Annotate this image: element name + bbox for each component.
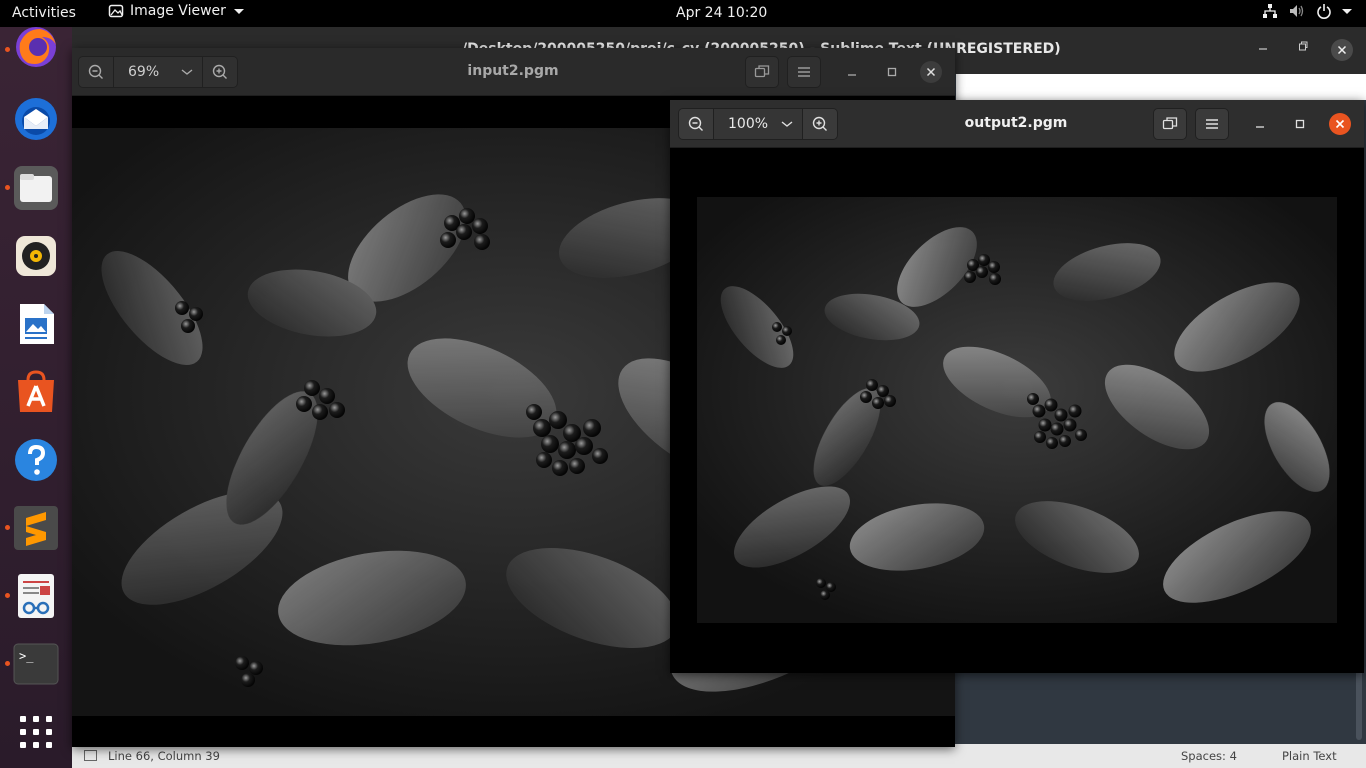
caret-down-icon	[233, 8, 244, 14]
system-tray[interactable]	[1262, 3, 1352, 19]
caret-down-icon	[1342, 9, 1352, 14]
fullscreen-button[interactable]	[1153, 108, 1187, 140]
minimize-button[interactable]	[842, 62, 862, 82]
network-icon	[1263, 4, 1277, 18]
clock[interactable]: Apr 24 10:20	[676, 5, 767, 21]
zoom-out-button[interactable]	[679, 109, 713, 139]
cursor-position: Line 66, Column 39	[108, 749, 220, 763]
image-viewer-output-window: 100% output2.pgm	[670, 100, 1364, 673]
panel-toggle-icon[interactable]	[84, 750, 97, 761]
close-button[interactable]	[1329, 113, 1351, 135]
maximize-icon	[887, 67, 897, 77]
syntax-setting[interactable]: Plain Text	[1282, 749, 1337, 763]
sublime-close-button[interactable]	[1331, 39, 1353, 61]
sublime-text-icon[interactable]	[12, 504, 60, 552]
terminal-prompt: >_	[19, 649, 34, 663]
image-canvas[interactable]	[697, 197, 1337, 623]
zoom-level-value: 69%	[128, 64, 160, 80]
show-applications-icon[interactable]	[12, 708, 60, 756]
running-indicator	[5, 593, 10, 598]
minimize-icon	[1256, 126, 1264, 128]
zoom-out-icon	[688, 116, 703, 131]
zoom-in-icon	[212, 64, 227, 79]
activities-button[interactable]: Activities	[12, 5, 76, 21]
zoom-control: 100%	[678, 108, 838, 140]
running-indicator	[5, 185, 10, 190]
zoom-level-dropdown[interactable]: 100%	[713, 109, 803, 139]
fullscreen-icon	[1162, 117, 1178, 130]
fullscreen-button[interactable]	[745, 56, 779, 88]
chevron-down-icon	[781, 121, 793, 127]
terminal-icon[interactable]: >_	[12, 640, 60, 688]
window-title: output2.pgm	[964, 115, 1068, 131]
chevron-down-icon	[181, 69, 193, 75]
zoom-in-button[interactable]	[203, 57, 237, 87]
libreoffice-writer-icon[interactable]	[12, 300, 60, 348]
headerbar[interactable]: 100% output2.pgm	[670, 100, 1364, 148]
files-icon[interactable]	[12, 164, 60, 212]
minimize-icon	[1259, 48, 1267, 50]
menu-button[interactable]	[787, 56, 821, 88]
top-bar: Activities Image Viewer Apr 24 10:20	[0, 0, 1366, 27]
dock: >_	[0, 27, 72, 768]
running-indicator	[5, 47, 10, 52]
hamburger-menu-icon	[798, 67, 810, 77]
menu-button[interactable]	[1195, 108, 1229, 140]
close-icon	[1335, 119, 1345, 129]
sublime-maximize-button[interactable]	[1298, 40, 1308, 55]
fullscreen-icon	[754, 65, 770, 78]
app-menu[interactable]: Image Viewer	[108, 3, 244, 19]
document-viewer-icon[interactable]	[12, 572, 60, 620]
zoom-in-button[interactable]	[803, 109, 837, 139]
running-indicator	[5, 661, 10, 666]
maximize-button[interactable]	[1290, 114, 1310, 134]
ubuntu-software-icon[interactable]	[12, 368, 60, 416]
sublime-minimize-button[interactable]	[1258, 40, 1268, 55]
help-icon[interactable]	[12, 436, 60, 484]
close-button[interactable]	[920, 61, 942, 83]
sublime-status-bar: Line 66, Column 39 Spaces: 4 Plain Text	[72, 744, 1366, 768]
thunderbird-icon[interactable]	[12, 95, 60, 143]
close-icon	[1337, 45, 1347, 55]
volume-icon	[1290, 5, 1304, 17]
zoom-out-button[interactable]	[79, 57, 113, 87]
close-icon	[926, 67, 936, 77]
maximize-icon	[1295, 119, 1305, 129]
restore-icon	[1299, 41, 1308, 51]
zoom-level-value: 100%	[728, 116, 769, 132]
zoom-in-icon	[812, 116, 827, 131]
zoom-control: 69%	[78, 56, 238, 88]
minimize-button[interactable]	[1250, 114, 1270, 134]
headerbar[interactable]: 69% input2.pgm	[72, 48, 955, 96]
maximize-button[interactable]	[882, 62, 902, 82]
minimize-icon	[848, 74, 856, 76]
image-viewer-app-icon	[108, 4, 124, 18]
sublime-tab-strip[interactable]	[956, 74, 1366, 100]
zoom-out-icon	[88, 64, 103, 79]
window-title: input2.pgm	[467, 63, 559, 79]
firefox-icon[interactable]	[12, 23, 60, 71]
grayscale-leaves-photo	[697, 197, 1337, 623]
zoom-level-dropdown[interactable]: 69%	[113, 57, 203, 87]
hamburger-menu-icon	[1206, 119, 1218, 129]
running-indicator	[5, 525, 10, 530]
app-menu-label: Image Viewer	[130, 3, 226, 19]
rhythmbox-icon[interactable]	[12, 232, 60, 280]
power-icon	[1317, 4, 1331, 19]
indentation-setting[interactable]: Spaces: 4	[1181, 749, 1237, 763]
